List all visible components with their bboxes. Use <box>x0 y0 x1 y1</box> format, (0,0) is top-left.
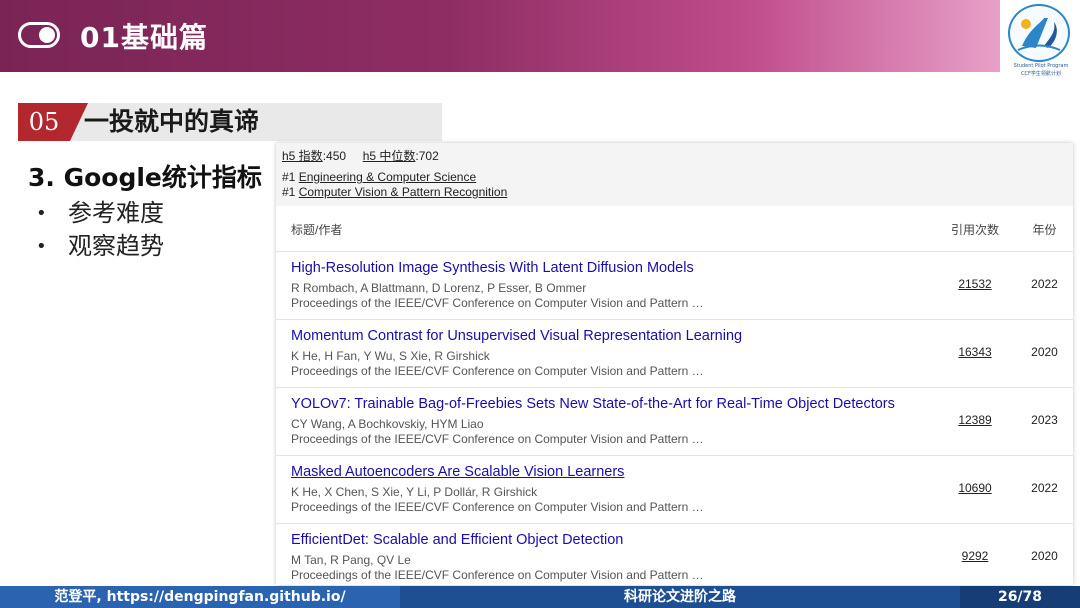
citation-count-link[interactable]: 16343 <box>936 345 1014 359</box>
ccf-logo: Student Pilot Program CCF学生领航计划 <box>1000 0 1080 80</box>
table-row: EfficientDet: Scalable and Efficient Obj… <box>276 523 1073 585</box>
paper-title-link[interactable]: YOLOv7: Trainable Bag-of-Freebies Sets N… <box>291 396 895 412</box>
citation-count-link[interactable]: 12389 <box>936 413 1014 427</box>
paper-year: 2022 <box>1031 481 1058 495</box>
bullet-list: • 参考难度 • 观察趋势 <box>36 197 164 263</box>
h5-median-link[interactable]: h5 中位数 <box>363 149 416 163</box>
section-bar: 05 一投就中的真谛 <box>18 103 442 141</box>
category-rank: #1 Computer Vision & Pattern Recognition <box>282 185 508 199</box>
citation-count-link[interactable]: 9292 <box>936 549 1014 563</box>
bullet-item: • 观察趋势 <box>36 230 164 263</box>
paper-venue: Proceedings of the IEEE/CVF Conference o… <box>291 432 704 446</box>
paper-title-link[interactable]: High-Resolution Image Synthesis With Lat… <box>291 260 694 276</box>
paper-year: 2023 <box>1031 413 1058 427</box>
h5-index-value: :450 <box>322 149 347 163</box>
paper-title-link[interactable]: Momentum Contrast for Unsupervised Visua… <box>291 328 742 344</box>
paper-authors: M Tan, R Pang, QV Le <box>291 553 411 567</box>
paper-venue: Proceedings of the IEEE/CVF Conference o… <box>291 500 704 514</box>
paper-venue: Proceedings of the IEEE/CVF Conference o… <box>291 568 704 582</box>
footer-course: 科研论文进阶之路 <box>400 586 960 608</box>
footer-page-number: 26/78 <box>960 586 1080 608</box>
paper-year: 2020 <box>1031 549 1058 563</box>
paper-title-link[interactable]: EfficientDet: Scalable and Efficient Obj… <box>291 532 623 548</box>
header-title: 01基础篇 <box>80 21 208 54</box>
table-row: Masked Autoencoders Are Scalable Vision … <box>276 455 1073 523</box>
slide-header: 01基础篇 <box>0 0 1000 72</box>
table-row: High-Resolution Image Synthesis With Lat… <box>276 251 1073 319</box>
paper-venue: Proceedings of the IEEE/CVF Conference o… <box>291 296 704 310</box>
column-header-citations: 引用次数 <box>950 223 999 237</box>
section-title: 一投就中的真谛 <box>84 107 260 136</box>
table-row: Momentum Contrast for Unsupervised Visua… <box>276 319 1073 387</box>
logo-caption-cn: CCF学生领航计划 <box>1021 71 1061 77</box>
table-row: YOLOv7: Trainable Bag-of-Freebies Sets N… <box>276 387 1073 455</box>
paper-authors: K He, H Fan, Y Wu, S Xie, R Girshick <box>291 349 490 363</box>
paper-venue: Proceedings of the IEEE/CVF Conference o… <box>291 364 704 378</box>
paper-authors: K He, X Chen, S Xie, Y Li, P Dollár, R G… <box>291 485 538 499</box>
category-ranks: #1 Engineering & Computer Science #1 Com… <box>282 170 507 200</box>
toggle-icon <box>18 22 60 48</box>
column-header-year: 年份 <box>1032 223 1057 237</box>
category-rank: #1 Engineering & Computer Science <box>282 170 477 184</box>
footer-author: 范登平, https://dengpingfan.github.io/ <box>0 586 400 608</box>
paper-authors: R Rombach, A Blattmann, D Lorenz, P Esse… <box>291 281 587 295</box>
bullet-dot-icon: • <box>36 203 47 224</box>
logo-emblem-icon <box>1008 4 1070 62</box>
category-link[interactable]: Computer Vision & Pattern Recognition <box>299 185 508 199</box>
logo-caption: Student Pilot Program <box>1013 63 1069 69</box>
left-heading: 3. Google统计指标 <box>28 163 262 192</box>
h5-index-link[interactable]: h5 指数 <box>282 149 323 163</box>
citation-count-link[interactable]: 21532 <box>936 277 1014 291</box>
h5-median-value: :702 <box>415 149 439 163</box>
citation-count-link[interactable]: 10690 <box>936 481 1014 495</box>
paper-title-link[interactable]: Masked Autoencoders Are Scalable Vision … <box>291 464 624 480</box>
category-link[interactable]: Engineering & Computer Science <box>299 170 476 184</box>
slide-footer: 范登平, https://dengpingfan.github.io/ 科研论文… <box>0 586 1080 608</box>
paper-year: 2022 <box>1031 277 1058 291</box>
section-number: 05 <box>18 103 70 141</box>
scholar-metrics-header: h5 指数:450 h5 中位数:702 #1 Engineering & Co… <box>276 143 1073 206</box>
column-header-title: 标题/作者 <box>291 223 343 237</box>
scholar-panel: h5 指数:450 h5 中位数:702 #1 Engineering & Co… <box>276 143 1073 585</box>
paper-year: 2020 <box>1031 345 1058 359</box>
bullet-dot-icon: • <box>36 236 47 257</box>
bullet-item: • 参考难度 <box>36 197 164 230</box>
h5-metrics: h5 指数:450 h5 中位数:702 <box>282 147 439 164</box>
paper-authors: CY Wang, A Bochkovskiy, HYM Liao <box>291 417 484 431</box>
paper-list: High-Resolution Image Synthesis With Lat… <box>276 251 1073 585</box>
